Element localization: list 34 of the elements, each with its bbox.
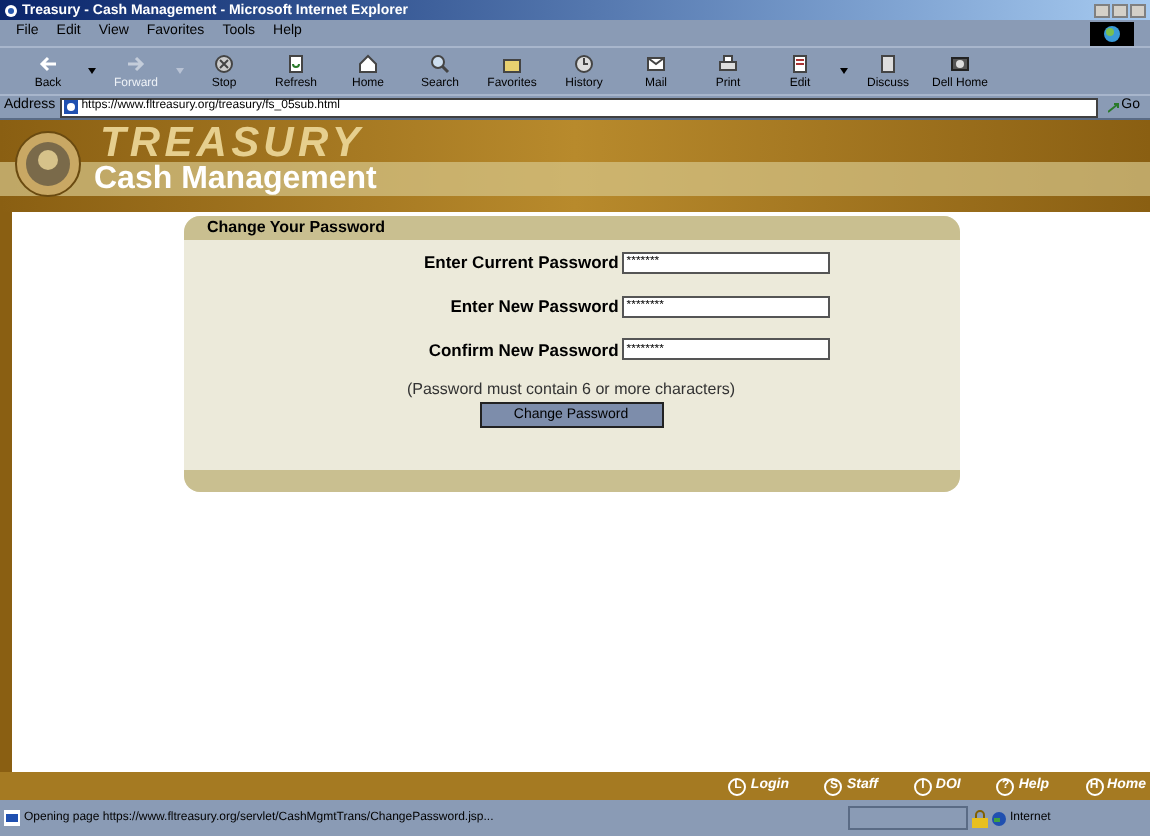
monitor-icon bbox=[950, 53, 970, 73]
globe-icon bbox=[992, 811, 1006, 825]
status-panel bbox=[848, 806, 968, 830]
browser-icon bbox=[4, 3, 18, 17]
minimize-button[interactable] bbox=[1094, 3, 1110, 17]
dropdown-caret-icon[interactable] bbox=[840, 68, 848, 74]
document-icon bbox=[790, 53, 810, 73]
close-button[interactable] bbox=[1130, 3, 1146, 17]
refresh-icon bbox=[286, 53, 306, 73]
dropdown-caret-icon[interactable] bbox=[88, 68, 96, 74]
search-icon bbox=[430, 53, 450, 73]
lock-icon bbox=[972, 809, 988, 827]
windows-logo-icon bbox=[1090, 21, 1134, 45]
page-icon bbox=[4, 810, 20, 826]
panel-title: Change Your Password bbox=[207, 216, 386, 240]
home-icon bbox=[358, 53, 378, 73]
go-arrow-icon bbox=[1107, 101, 1120, 113]
page-icon bbox=[63, 100, 78, 114]
banner-watermark: TREASURY bbox=[100, 122, 364, 164]
page-icon bbox=[878, 53, 898, 73]
printer-icon bbox=[718, 53, 738, 73]
banner-title: Cash Management bbox=[94, 164, 377, 196]
field-label: Confirm New Password bbox=[426, 337, 619, 363]
left-arrow-icon bbox=[38, 53, 58, 73]
clock-icon bbox=[574, 53, 594, 73]
stop-icon bbox=[214, 53, 234, 73]
field-label: Enter Current Password bbox=[421, 250, 619, 276]
field-label: Enter New Password bbox=[448, 293, 619, 319]
maximize-button[interactable] bbox=[1112, 3, 1128, 17]
folder-icon bbox=[502, 53, 522, 73]
mail-icon bbox=[646, 53, 666, 73]
right-arrow-icon bbox=[126, 53, 146, 73]
seal-icon bbox=[14, 130, 82, 198]
password-hint: (Password must contain 6 or more characters) bbox=[406, 378, 736, 403]
